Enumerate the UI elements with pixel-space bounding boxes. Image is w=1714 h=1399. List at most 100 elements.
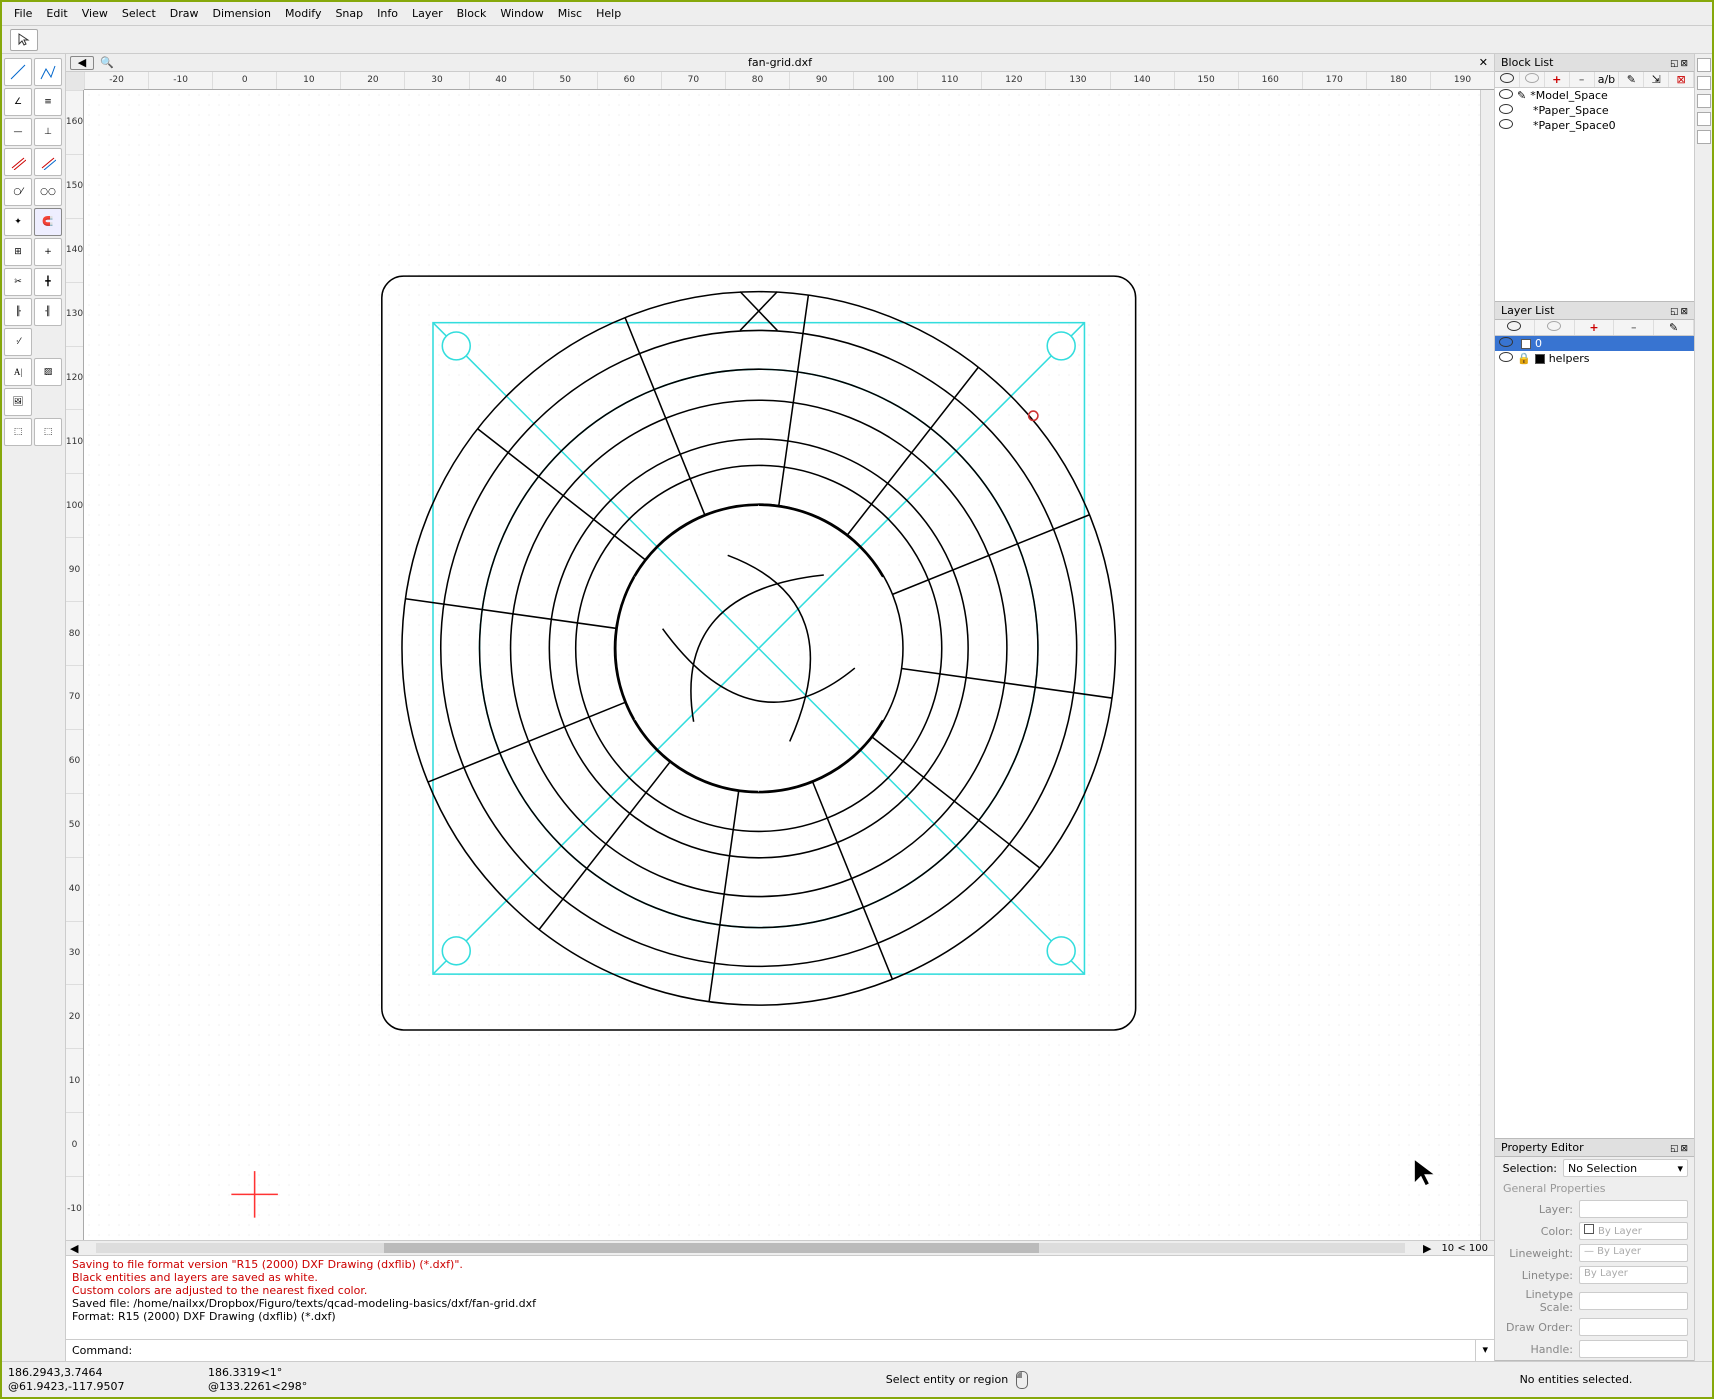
panel-undock-icon[interactable]: ◱ [1670,307,1679,317]
eye-icon[interactable] [1499,104,1513,117]
log-line: Saved file: /home/nailxx/Dropbox/Figuro/… [72,1297,1488,1310]
menu-view[interactable]: View [76,5,114,22]
menu-file[interactable]: File [8,5,38,22]
tool-ortho[interactable]: + [34,238,62,266]
layer-vis-all-icon[interactable] [1495,320,1535,335]
document-tab-bar: ◀ 🔍 fan-grid.dxf ✕ [66,54,1494,72]
vscroll[interactable] [1480,90,1494,1240]
layer-row[interactable]: 0 [1495,336,1694,351]
layer-list[interactable]: 0🔒helpers [1495,336,1694,1138]
panel-close-icon[interactable]: ⊠ [1680,1144,1688,1154]
eye-icon[interactable] [1499,89,1513,102]
tool-snap-magnet[interactable]: 🧲 [34,208,62,236]
rtab-5[interactable] [1697,130,1711,144]
panel-undock-icon[interactable]: ◱ [1670,59,1679,69]
block-close-icon[interactable]: ⊠ [1669,72,1694,87]
block-list[interactable]: ✎*Model_Space*Paper_Space*Paper_Space0 [1495,88,1694,301]
ruler-y-tick: -10 [66,1176,83,1240]
prop-field-ltscale[interactable] [1579,1292,1688,1310]
block-row[interactable]: *Paper_Space [1495,103,1694,118]
menu-block[interactable]: Block [451,5,493,22]
eye-icon[interactable] [1499,119,1513,132]
tool-snap1[interactable]: ✦ [4,208,32,236]
menu-misc[interactable]: Misc [552,5,588,22]
pencil-icon[interactable]: ✎ [1517,89,1526,102]
tool-angle-line[interactable]: ∠ [4,88,32,116]
block-add-icon[interactable]: + [1545,72,1570,87]
command-toggle-icon[interactable]: ▾ [1475,1340,1494,1361]
block-vis-all-icon[interactable] [1495,72,1520,87]
menu-select[interactable]: Select [116,5,162,22]
block-row[interactable]: *Paper_Space0 [1495,118,1694,133]
tool-grid[interactable]: ⊞ [4,238,32,266]
selection-dropdown[interactable]: No Selection▾ [1563,1159,1688,1177]
rtab-4[interactable] [1697,112,1711,126]
prop-field-color[interactable]: By Layer [1579,1222,1688,1240]
property-editor-title-bar: Property Editor ◱⊠ [1495,1139,1694,1157]
tool-point[interactable]: ·⁄ [4,328,32,356]
hscroll[interactable]: ◀ ▶ 10 < 100 [66,1240,1494,1255]
tool-cut[interactable]: ✂ [4,268,32,296]
eye-icon[interactable] [1499,337,1513,350]
tool-polyline[interactable] [34,58,62,86]
tool-hline[interactable]: — [4,118,32,146]
tool-tangent2[interactable]: ○○ [34,178,62,206]
menu-help[interactable]: Help [590,5,627,22]
menu-edit[interactable]: Edit [40,5,73,22]
tool-break1[interactable]: ╟ [4,298,32,326]
tool-break2[interactable]: ╢ [34,298,62,326]
tool-layer-b[interactable]: ⬚ [34,418,62,446]
prop-field-linetype[interactable]: By Layer [1579,1266,1688,1284]
rtab-1[interactable] [1697,58,1711,72]
menu-dimension[interactable]: Dimension [207,5,277,22]
layer-row[interactable]: 🔒helpers [1495,351,1694,366]
lock-icon[interactable]: 🔒 [1517,352,1531,365]
drawing-canvas[interactable] [84,90,1480,1240]
layer-remove-icon[interactable]: – [1614,320,1654,335]
pointer-tool-button[interactable] [10,29,38,51]
tool-hatch[interactable]: ▨ [34,358,62,386]
layer-edit-icon[interactable]: ✎ [1654,320,1694,335]
prop-field-layer[interactable] [1579,1200,1688,1218]
block-row[interactable]: ✎*Model_Space [1495,88,1694,103]
ruler-x-tick: 10 [276,72,340,89]
tool-intersect[interactable]: ╋ [34,268,62,296]
menu-draw[interactable]: Draw [164,5,205,22]
command-input[interactable] [138,1340,1475,1361]
tool-image[interactable]: 🖼 [4,388,32,416]
layer-add-icon[interactable]: + [1575,320,1615,335]
prop-field-draworder[interactable] [1579,1318,1688,1336]
tool-text[interactable]: A| [4,358,32,386]
tool-para2[interactable] [34,148,62,176]
panel-close-icon[interactable]: ⊠ [1680,307,1688,317]
menu-snap[interactable]: Snap [329,5,369,22]
block-edit-icon[interactable]: ✎ [1619,72,1644,87]
block-insert-icon[interactable]: ⇲ [1644,72,1669,87]
ruler-y-tick: 80 [66,601,83,665]
tool-para1[interactable] [4,148,32,176]
panel-close-icon[interactable]: ⊠ [1680,59,1688,69]
tool-tangent1[interactable]: ○⁄ [4,178,32,206]
menu-window[interactable]: Window [494,5,549,22]
prop-field-lineweight[interactable]: — By Layer [1579,1244,1688,1262]
menu-layer[interactable]: Layer [406,5,449,22]
rtab-3[interactable] [1697,94,1711,108]
menu-modify[interactable]: Modify [279,5,327,22]
block-rename-icon[interactable]: a/b [1595,72,1620,87]
eye-icon[interactable] [1499,352,1513,365]
tool-layer-a[interactable]: ⬚ [4,418,32,446]
ruler-x-tick: 130 [1045,72,1109,89]
tool-line[interactable] [4,58,32,86]
block-vis-one-icon[interactable] [1520,72,1545,87]
tab-back-button[interactable]: ◀ [70,56,94,70]
panel-undock-icon[interactable]: ◱ [1670,1144,1679,1154]
block-remove-icon[interactable]: – [1570,72,1595,87]
menu-info[interactable]: Info [371,5,404,22]
rtab-2[interactable] [1697,76,1711,90]
close-tab-icon[interactable]: ✕ [1479,56,1488,69]
layer-vis-one-icon[interactable] [1535,320,1575,335]
tool-multi-line[interactable]: ≡ [34,88,62,116]
status-polar-rel: @133.2261<298° [208,1380,468,1394]
tool-perp[interactable]: ⊥ [34,118,62,146]
prop-field-handle[interactable] [1579,1340,1688,1358]
